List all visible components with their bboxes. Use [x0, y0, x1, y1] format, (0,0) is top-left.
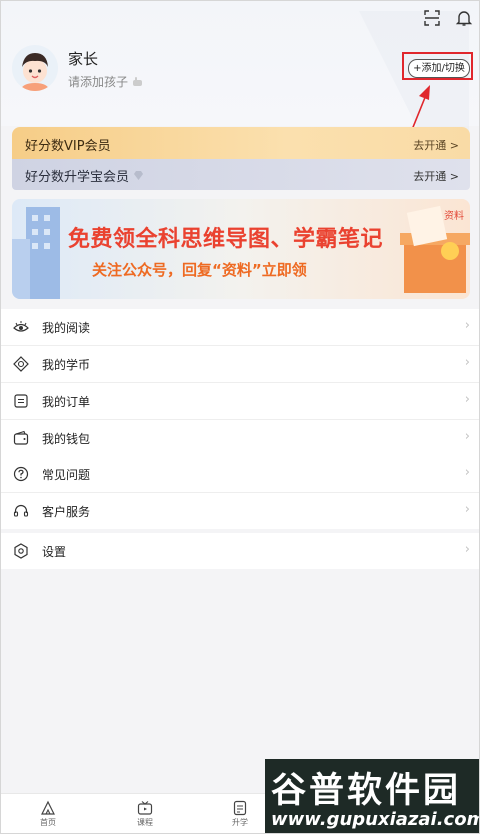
- promo-banner[interactable]: 资料 免费领全科思维导图、学霸笔记 关注公众号，回复“资料”立即领: [12, 199, 470, 299]
- scan-icon[interactable]: [423, 9, 441, 27]
- add-child-link[interactable]: 请添加孩子: [68, 73, 143, 90]
- menu-item-customer-service[interactable]: 客户服务 ›: [1, 493, 479, 529]
- menu-label: 我的阅读: [42, 321, 91, 335]
- menu-label: 我的订单: [42, 395, 91, 409]
- tab-label: 课程: [137, 818, 153, 827]
- tab-courses[interactable]: 课程: [125, 800, 165, 828]
- avatar[interactable]: [12, 45, 58, 91]
- tab-label: 首页: [40, 818, 56, 827]
- document-icon: [233, 800, 247, 816]
- menu-item-my-reading[interactable]: 我的阅读 ›: [1, 309, 479, 346]
- watermark-brand: 谷普软件园: [271, 770, 462, 811]
- chevron-right-icon: ›: [464, 392, 470, 407]
- annotation-highlight-box: [402, 52, 473, 80]
- bao-open-link[interactable]: 去开通 >: [413, 168, 459, 184]
- settings-icon: [14, 543, 28, 559]
- vip-label: 好分数VIP会员: [25, 139, 111, 154]
- order-icon: [14, 394, 28, 408]
- chevron-right-icon: ›: [464, 465, 470, 480]
- shengxuebao-membership-card[interactable]: 好分数升学宝会员 去开通 >: [12, 159, 470, 190]
- add-child-label: 请添加孩子: [68, 75, 129, 89]
- hand-icon: [133, 76, 143, 86]
- tab-home[interactable]: 首页: [28, 800, 68, 828]
- vip-open-link[interactable]: 去开通 >: [413, 137, 459, 153]
- menu-group-settings: 设置 ›: [1, 533, 479, 569]
- tv-icon: [137, 801, 153, 815]
- menu-group-support: 常见问题 › 客户服务 ›: [1, 456, 479, 529]
- menu-item-my-wallet[interactable]: 我的钱包 ›: [1, 420, 479, 456]
- bao-label-wrap: 好分数升学宝会员: [25, 166, 144, 185]
- menu-item-faq[interactable]: 常见问题 ›: [1, 456, 479, 493]
- menu-label: 设置: [42, 545, 67, 559]
- tab-admission[interactable]: 升学: [220, 800, 260, 828]
- menu-label: 常见问题: [42, 468, 91, 482]
- watermark-url: www.gupuxiazai.com: [271, 809, 480, 830]
- chevron-right-icon: ›: [464, 318, 470, 333]
- bao-label: 好分数升学宝会员: [25, 170, 130, 185]
- vip-membership-card[interactable]: 好分数VIP会员 去开通 >: [12, 127, 470, 160]
- user-name: 家长: [68, 50, 99, 68]
- menu-label: 客户服务: [42, 505, 91, 519]
- question-icon: [13, 466, 29, 482]
- chevron-right-icon: ›: [464, 502, 470, 517]
- tab-label: 升学: [232, 818, 248, 827]
- svg-text:资料: 资料: [444, 209, 464, 222]
- top-icons: [423, 9, 473, 27]
- banner-headline: 免费领全科思维导图、学霸笔记: [68, 227, 384, 252]
- menu-item-settings[interactable]: 设置 ›: [1, 533, 479, 569]
- menu-label: 我的学币: [42, 358, 91, 372]
- menu-item-my-coins[interactable]: 我的学币 ›: [1, 346, 479, 383]
- chevron-right-icon: ›: [464, 355, 470, 370]
- wallet-icon: [13, 430, 29, 445]
- menu-item-my-orders[interactable]: 我的订单 ›: [1, 383, 479, 420]
- coin-icon: [13, 356, 29, 372]
- chevron-right-icon: ›: [464, 429, 470, 444]
- bell-icon[interactable]: [455, 9, 473, 27]
- menu-label: 我的钱包: [42, 432, 91, 446]
- gift-box-illustration: 资料: [400, 205, 470, 293]
- diamond-icon: [134, 170, 144, 180]
- screen: 家长 请添加孩子 +添加/切换 好分数VIP会员 去开通 > 好分数升学宝会员 …: [0, 0, 480, 834]
- banner-subtext: 关注公众号，回复“资料”立即领: [92, 261, 307, 279]
- chevron-right-icon: ›: [464, 542, 470, 557]
- home-icon: [41, 800, 55, 815]
- watermark: 谷普软件园 www.gupuxiazai.com: [265, 759, 479, 833]
- menu-group-account: 我的阅读 › 我的学币 › 我的订单 › 我的钱包 ›: [1, 309, 479, 456]
- headset-icon: [13, 504, 29, 517]
- eye-icon: [13, 321, 29, 332]
